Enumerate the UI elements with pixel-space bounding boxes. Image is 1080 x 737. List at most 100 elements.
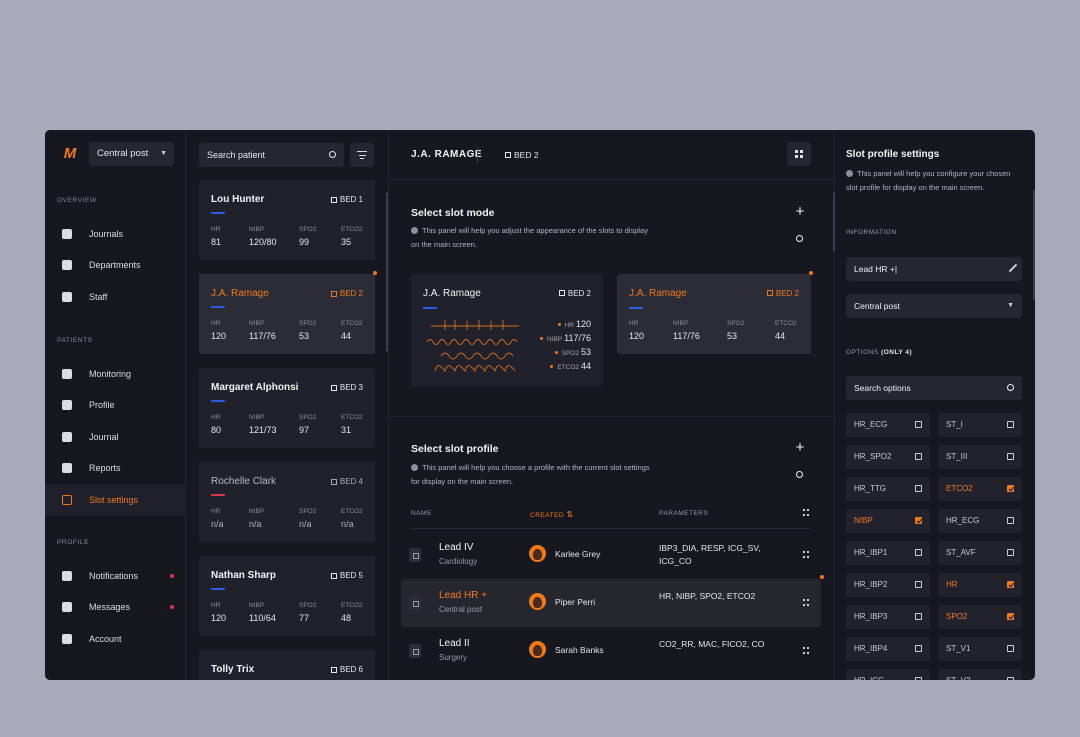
checkbox-icon[interactable] <box>1007 485 1014 492</box>
checkbox-icon[interactable] <box>1007 517 1014 524</box>
checkbox-icon[interactable] <box>915 517 922 524</box>
checkbox-icon[interactable] <box>1007 549 1014 556</box>
option-item[interactable]: HR <box>938 573 1022 597</box>
vital-value: 120/80 <box>249 237 277 247</box>
checkbox-icon[interactable] <box>915 581 922 588</box>
patient-card[interactable]: Rochelle Clark BED 4 HR n/a NIBP n/a SPO2 n/a ET… <box>199 462 375 542</box>
option-item[interactable]: HR_TTG <box>846 477 930 501</box>
profile-name-input[interactable]: Lead HR +| <box>846 257 1022 281</box>
patient-bed-label: BED 6 <box>339 665 363 674</box>
checkbox-icon[interactable] <box>915 613 922 620</box>
slot-mode-card-wave[interactable]: J.A. Ramage BED 2 HR 120 NIBP 117/76 SPO2 5… <box>411 274 603 386</box>
add-slot-mode-button[interactable]: + <box>789 201 811 223</box>
drag-handle-icon[interactable] <box>803 647 809 655</box>
grid-dots-icon <box>800 155 803 158</box>
checkbox-icon[interactable] <box>915 421 922 428</box>
search-icon <box>1007 384 1014 391</box>
nav-item-account[interactable]: Account <box>45 624 186 654</box>
main-scrollbar[interactable] <box>833 192 835 252</box>
checkbox-icon[interactable] <box>915 485 922 492</box>
patient-card[interactable]: Nathan Sharp BED 5 HR 120 NIBP 110/64 SPO2 77 ET… <box>199 556 375 636</box>
vital-label: SPO2 <box>299 414 317 421</box>
patient-bed: BED 3 <box>330 383 363 392</box>
nav-item-slot-settings[interactable]: Slot settings <box>45 485 186 515</box>
option-item[interactable]: HR_IBP2 <box>846 573 930 597</box>
search-slot-mode-button[interactable] <box>789 228 811 250</box>
nav-item-reports[interactable]: Reports <box>45 453 186 483</box>
search-slot-profile-button[interactable] <box>789 464 811 486</box>
checkbox-icon[interactable] <box>1007 581 1014 588</box>
vital-label: NIBP <box>249 414 265 421</box>
value-number: 53 <box>727 331 738 341</box>
option-item[interactable]: ST_I <box>938 413 1022 437</box>
nav-item-monitoring[interactable]: Monitoring <box>45 359 186 389</box>
card-bed: BED 2 <box>558 289 591 298</box>
readout-etco2: ETCO2 44 <box>550 361 591 371</box>
patient-name: Lou Hunter <box>211 194 265 205</box>
checkbox-icon[interactable] <box>1007 421 1014 428</box>
option-item[interactable]: ST_AVF <box>938 541 1022 565</box>
filter-button[interactable] <box>350 143 374 167</box>
patient-card[interactable]: Tolly TrixBED 6HRNIBPSPO2ETCO2 <box>199 650 375 680</box>
nav-item-label: Notifications <box>89 571 139 581</box>
columns-menu-icon[interactable] <box>803 509 809 517</box>
add-slot-profile-button[interactable]: + <box>789 437 811 459</box>
nav-item-departments[interactable]: Departments <box>45 250 186 280</box>
option-item[interactable]: HR_ECG <box>846 413 930 437</box>
option-item[interactable]: ST_III <box>938 445 1022 469</box>
info-icon <box>846 169 853 177</box>
nav-item-notifications[interactable]: Notifications <box>45 561 186 591</box>
search-patient-input[interactable]: Search patient <box>199 143 344 167</box>
checkbox-icon[interactable] <box>915 645 922 652</box>
option-label: HR_ECG <box>946 516 980 525</box>
post-dropdown[interactable]: Central post ▼ <box>846 294 1022 318</box>
slot-mode-card-values[interactable]: J.A. Ramage BED 2 HR NIBP SPO2 ETCO2 120… <box>617 274 811 354</box>
status-bar <box>211 494 225 496</box>
nav-item-journals[interactable]: Journals <box>45 219 186 249</box>
patient-card[interactable]: J.A. Ramage BED 2 HR 120 NIBP 117/76 SPO2 53 ETC… <box>199 274 375 354</box>
nav-item-profile[interactable]: Profile <box>45 390 186 420</box>
profile-row[interactable]: Lead HR + Central post Piper Perri HR, NIBP… <box>401 579 821 627</box>
profile-row[interactable]: Lead II Surgery Sarah Banks CO2_RR, MAC, FI… <box>401 627 821 675</box>
settings-scrollbar[interactable] <box>1033 190 1035 300</box>
option-item[interactable]: HR_IBP3 <box>846 605 930 629</box>
dot <box>807 604 809 606</box>
option-item[interactable]: NIBP <box>846 509 930 533</box>
patient-card[interactable]: Lou Hunter BED 1 HR 81 NIBP 120/80 SPO2 99 ETCO2… <box>199 180 375 260</box>
column-name[interactable]: NAME <box>411 510 432 517</box>
checkbox-icon[interactable] <box>1007 677 1014 680</box>
checkbox-icon[interactable] <box>915 677 922 680</box>
option-item[interactable]: HR_ICG <box>846 669 930 680</box>
checkbox-icon[interactable] <box>915 549 922 556</box>
table-header-divider <box>411 528 811 529</box>
post-select[interactable]: Central post ▼ <box>89 142 174 166</box>
expand-button[interactable] <box>787 142 811 166</box>
checkbox-icon[interactable] <box>915 453 922 460</box>
option-item[interactable]: HR_IBP1 <box>846 541 930 565</box>
option-item[interactable]: ST_V2 <box>938 669 1022 680</box>
option-label: HR_ECG <box>854 420 888 429</box>
vital-label: ETCO2 <box>341 414 363 421</box>
checkbox-icon[interactable] <box>1007 645 1014 652</box>
dot <box>807 647 809 649</box>
search-options-input[interactable]: Search options <box>846 376 1022 400</box>
nav-item-staff[interactable]: Staff <box>45 282 186 312</box>
drag-handle-icon[interactable] <box>803 551 809 559</box>
option-item[interactable]: ETCO2 <box>938 477 1022 501</box>
nav-item-journal[interactable]: Journal <box>45 422 186 452</box>
checkbox-icon[interactable] <box>1007 613 1014 620</box>
nav-item-messages[interactable]: Messages <box>45 592 186 622</box>
option-item[interactable]: HR_ECG <box>938 509 1022 533</box>
option-item[interactable]: ST_V1 <box>938 637 1022 661</box>
option-item[interactable]: SPO2 <box>938 605 1022 629</box>
option-item[interactable]: HR_IBP4 <box>846 637 930 661</box>
profile-row[interactable]: Lead IV Cardiology Karlee Grey IBP3_DIA, RE… <box>401 531 821 579</box>
vital-label: NIBP <box>249 320 265 327</box>
column-created[interactable]: CREATED ⇅ <box>530 510 574 519</box>
post-select-value: Central post <box>97 148 149 159</box>
option-item[interactable]: HR_SPO2 <box>846 445 930 469</box>
drag-handle-icon[interactable] <box>803 599 809 607</box>
patient-card[interactable]: Margaret Alphonsi BED 3 HR 80 NIBP 121/73 SPO2… <box>199 368 375 448</box>
column-parameters[interactable]: PARAMETERS <box>659 510 708 517</box>
checkbox-icon[interactable] <box>1007 453 1014 460</box>
